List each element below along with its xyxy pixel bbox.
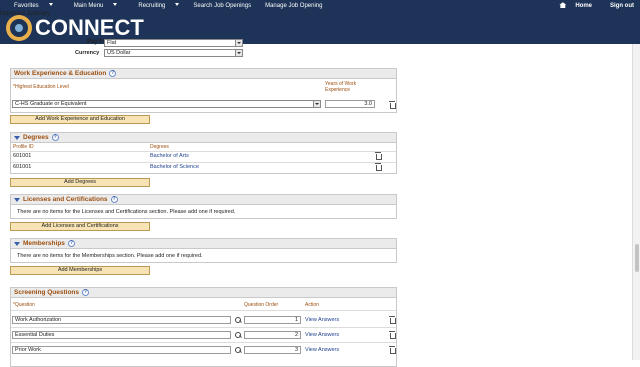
view-answers-link[interactable]: View Answers: [305, 332, 339, 338]
add-memberships-button[interactable]: Add Memberships: [10, 266, 150, 275]
main-content: Pay Frequency Flat Currency US Dollar Wo…: [0, 39, 630, 367]
recruiting-menu[interactable]: Recruiting: [124, 3, 186, 9]
dropdown-arrow-icon: [235, 50, 242, 56]
help-icon[interactable]: ?: [67, 240, 75, 247]
logo-mark-icon: [6, 15, 32, 41]
section-header: Degrees ?: [11, 133, 396, 143]
lookup-icon[interactable]: [235, 347, 241, 353]
degree-name-link[interactable]: Bachelor of Science: [150, 164, 199, 170]
add-degrees-button[interactable]: Add Degrees: [10, 178, 150, 187]
education-level-value: C-HS Graduate or Equivalent: [15, 101, 87, 107]
licenses-empty-message: There are no items for the Licenses and …: [17, 209, 236, 215]
view-answers-link[interactable]: View Answers: [305, 317, 339, 323]
lookup-icon[interactable]: [235, 317, 241, 323]
add-licenses-button[interactable]: Add Licenses and Certifications: [10, 222, 150, 231]
top-nav-bar: Favorites Main Menu Recruiting Search Jo…: [0, 0, 640, 11]
currency-select[interactable]: US Dollar: [104, 49, 243, 57]
collapse-caret-icon[interactable]: [14, 197, 20, 202]
column-question: *Question: [13, 302, 35, 308]
education-level-select[interactable]: C-HS Graduate or Equivalent: [12, 100, 321, 108]
column-education: *Highest Education Level: [13, 84, 69, 90]
question-input[interactable]: Work Authorization: [12, 316, 231, 324]
trash-icon[interactable]: [389, 101, 396, 109]
question-input[interactable]: Essential Duties: [12, 331, 231, 339]
section-title: Work Experience & Education: [14, 69, 107, 77]
work-experience-section: Work Experience & Education ? *Highest E…: [10, 68, 397, 113]
help-icon[interactable]: ?: [110, 196, 118, 203]
recruiting-label: Recruiting: [138, 2, 166, 9]
row-divider: [11, 162, 396, 163]
question-order-input[interactable]: 2: [244, 331, 301, 339]
help-icon[interactable]: ?: [82, 289, 90, 296]
help-icon[interactable]: ?: [51, 134, 59, 141]
currency-value: US Dollar: [107, 50, 131, 56]
view-answers-link[interactable]: View Answers: [305, 347, 339, 353]
column-years: Years of Work Experience: [325, 81, 357, 93]
section-header: Licenses and Certifications ?: [11, 195, 396, 205]
dropdown-arrow-icon: [313, 101, 320, 107]
section-header: Memberships ?: [11, 239, 396, 249]
section-header: Work Experience & Education ?: [11, 69, 396, 79]
memberships-empty-message: There are no items for the Memberships s…: [17, 253, 203, 259]
home-icon: [559, 2, 567, 9]
question-order-input[interactable]: 1: [244, 316, 301, 324]
trash-icon[interactable]: [389, 316, 396, 324]
degree-profile-id: 601001: [13, 153, 32, 159]
main-menu-label: Main Menu: [73, 2, 104, 9]
trash-icon[interactable]: [389, 346, 396, 354]
screening-questions-section: Screening Questions ? *Question Question…: [10, 287, 397, 367]
section-title: Screening Questions: [14, 288, 80, 296]
currency-label: Currency: [75, 50, 100, 56]
memberships-section: Memberships ? There are no items for the…: [10, 238, 397, 263]
connect-logo[interactable]: CONNECT: [6, 14, 144, 42]
row-divider: [11, 327, 396, 328]
add-work-experience-button[interactable]: Add Work Experience and Education: [10, 115, 150, 124]
home-link[interactable]: Home: [553, 2, 604, 9]
main-menu[interactable]: Main Menu: [60, 3, 125, 9]
row-divider: [11, 342, 396, 343]
degree-profile-id: 601001: [13, 164, 32, 170]
section-header: Screening Questions ?: [11, 288, 396, 298]
section-title: Memberships: [23, 239, 65, 247]
trash-icon[interactable]: [375, 152, 382, 160]
question-input[interactable]: Prior Work: [12, 346, 231, 354]
column-degrees: Degrees: [150, 144, 169, 150]
pay-frequency-select[interactable]: Flat: [104, 39, 243, 47]
dropdown-arrow-icon: [235, 40, 242, 46]
favorites-label: Favorites: [14, 2, 39, 9]
dropdown-arrow-icon: [175, 3, 180, 7]
signout-link[interactable]: Sign out: [604, 3, 640, 9]
section-title: Degrees: [23, 133, 49, 141]
trash-icon[interactable]: [389, 331, 396, 339]
breadcrumb-manage-job[interactable]: Manage Job Opening: [258, 3, 329, 9]
breadcrumb-search-jobs[interactable]: Search Job Openings: [186, 3, 258, 9]
trash-icon[interactable]: [375, 163, 382, 171]
licenses-section: Licenses and Certifications ? There are …: [10, 194, 397, 219]
question-order-input[interactable]: 3: [244, 346, 301, 354]
pay-frequency-value: Flat: [107, 40, 117, 46]
degrees-section: Degrees ? Profile ID Degrees 601001 Bach…: [10, 132, 397, 174]
column-action: Action: [305, 302, 319, 308]
lookup-icon[interactable]: [235, 332, 241, 338]
vertical-scrollbar[interactable]: [632, 44, 640, 360]
row-divider: [11, 151, 396, 152]
years-experience-input[interactable]: 3.0: [325, 100, 375, 108]
column-question-order: Question Order: [244, 302, 279, 308]
collapse-caret-icon[interactable]: [14, 241, 20, 246]
dropdown-arrow-icon: [113, 3, 118, 7]
home-label: Home: [575, 2, 592, 9]
column-profile-id: Profile ID: [13, 144, 34, 150]
favorites-menu[interactable]: Favorites: [0, 3, 60, 9]
help-icon[interactable]: ?: [109, 70, 117, 77]
scrollbar-thumb[interactable]: [635, 244, 639, 272]
row-divider: [11, 310, 396, 311]
degree-name-link[interactable]: Bachelor of Arts: [150, 153, 189, 159]
section-title: Licenses and Certifications: [23, 195, 108, 203]
collapse-caret-icon[interactable]: [14, 135, 20, 140]
dropdown-arrow-icon: [48, 3, 53, 7]
logo-text: CONNECT: [35, 15, 144, 40]
